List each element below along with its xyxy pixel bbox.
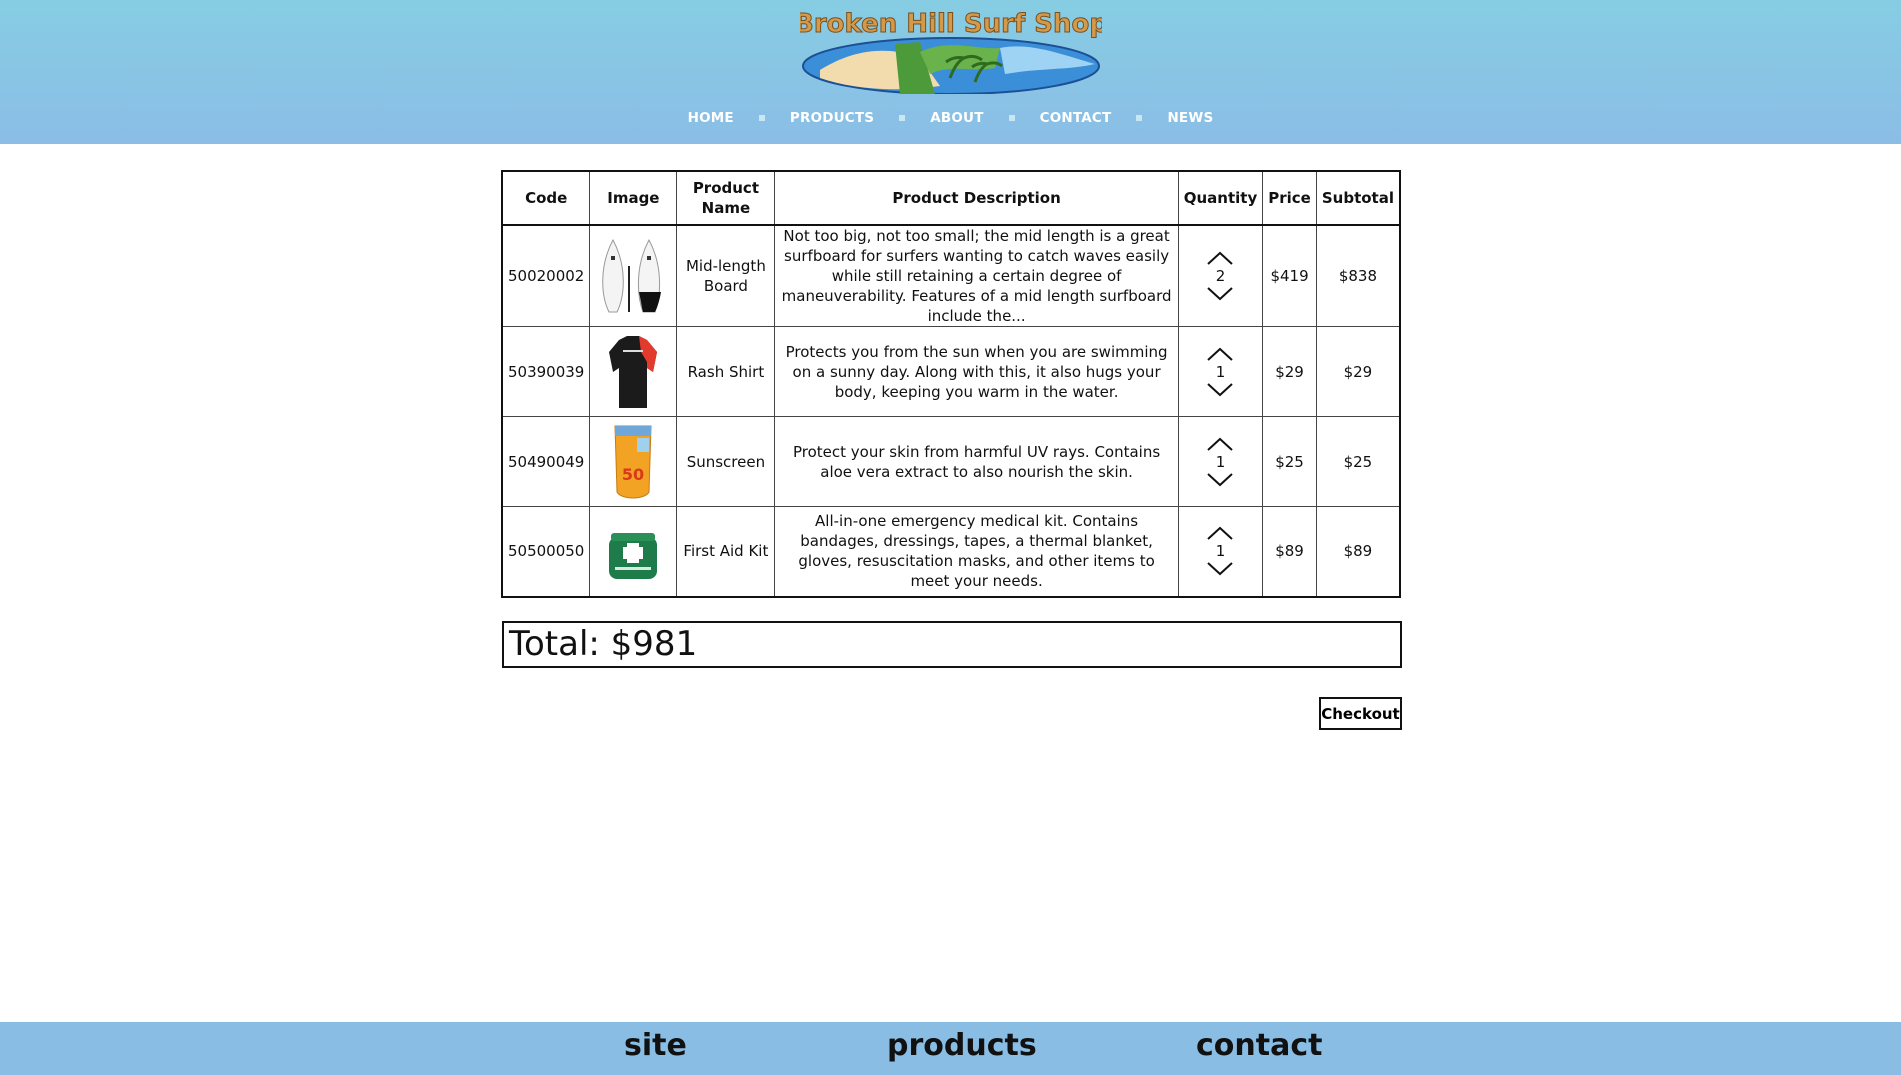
- cell-image: [589, 326, 678, 417]
- site-footer: site products contact: [0, 1022, 1901, 1075]
- cell-quantity: 1: [1177, 416, 1264, 507]
- cell-price: $419: [1262, 224, 1317, 327]
- cell-subtotal: $838: [1315, 224, 1401, 327]
- quantity-stepper: 1: [1184, 346, 1258, 398]
- cell-image: 50: [589, 416, 678, 507]
- cell-price: $89: [1262, 506, 1317, 597]
- quantity-value: 1: [1215, 362, 1226, 381]
- nav-separator: [758, 115, 765, 121]
- header-description: Product Description: [774, 170, 1179, 226]
- chevron-up-icon[interactable]: [1206, 250, 1234, 266]
- header-product-name: Product Name: [676, 170, 776, 226]
- chevron-down-icon[interactable]: [1206, 286, 1234, 302]
- cell-quantity: 2: [1177, 224, 1264, 327]
- cell-price: $29: [1262, 326, 1317, 417]
- footer-link-products[interactable]: products: [887, 1028, 1037, 1063]
- cell-product-name: Rash Shirt: [676, 326, 776, 417]
- main-nav: HOME PRODUCTS ABOUT CONTACT NEWS: [0, 108, 1901, 128]
- cell-subtotal: $29: [1315, 326, 1401, 417]
- header-image: Image: [589, 170, 678, 226]
- cart-total: Total: $981: [502, 621, 1402, 668]
- nav-home[interactable]: HOME: [688, 110, 734, 126]
- chevron-down-icon[interactable]: [1206, 561, 1234, 577]
- cell-code: 50500050: [501, 506, 591, 597]
- cell-product-name: Mid-length Board: [676, 224, 776, 327]
- quantity-value: 1: [1215, 542, 1226, 561]
- chevron-down-icon[interactable]: [1206, 382, 1234, 398]
- nav-separator: [1008, 115, 1015, 121]
- rash-shirt-image: [609, 335, 658, 408]
- nav-separator: [899, 115, 906, 121]
- first-aid-kit-image: [609, 533, 658, 580]
- cell-price: $25: [1262, 416, 1317, 507]
- chevron-up-icon[interactable]: [1206, 346, 1234, 362]
- quantity-stepper: 1: [1184, 436, 1258, 488]
- quantity-value: 1: [1215, 452, 1226, 471]
- footer-link-contact[interactable]: contact: [1196, 1028, 1322, 1063]
- quantity-stepper: 2: [1184, 250, 1258, 302]
- footer-link-site[interactable]: site: [624, 1028, 687, 1063]
- cell-description: Protect your skin from harmful UV rays. …: [774, 416, 1179, 507]
- cart-table: Code Image Product Name Product Descript…: [501, 170, 1401, 598]
- cell-description: All-in-one emergency medical kit. Contai…: [774, 506, 1179, 597]
- checkout-button[interactable]: Checkout: [1319, 697, 1402, 730]
- table-row: 50490049 50 Sunscreen Protect your skin …: [501, 416, 1401, 507]
- cell-subtotal: $25: [1315, 416, 1401, 507]
- sunscreen-image: 50: [614, 425, 652, 498]
- cell-subtotal: $89: [1315, 506, 1401, 597]
- cell-image: [589, 506, 678, 597]
- nav-contact[interactable]: CONTACT: [1040, 110, 1112, 126]
- surf-shop-logo[interactable]: Broken Hill Surf Shop: [800, 8, 1102, 94]
- chevron-up-icon[interactable]: [1206, 436, 1234, 452]
- table-header-row: Code Image Product Name Product Descript…: [501, 170, 1401, 226]
- header-quantity: Quantity: [1177, 170, 1264, 226]
- quantity-value: 2: [1215, 267, 1226, 285]
- chevron-up-icon[interactable]: [1206, 525, 1234, 541]
- svg-text:50: 50: [622, 465, 644, 484]
- cell-product-name: First Aid Kit: [676, 506, 776, 597]
- chevron-down-icon[interactable]: [1206, 472, 1234, 488]
- cell-description: Not too big, not too small; the mid leng…: [774, 224, 1179, 327]
- header-code: Code: [501, 170, 591, 226]
- site-header: Broken Hill Surf Shop HOME PRODUCTS ABOU…: [0, 0, 1901, 144]
- cell-description: Protects you from the sun when you are s…: [774, 326, 1179, 417]
- cell-code: 50020002: [501, 224, 591, 327]
- cell-quantity: 1: [1177, 326, 1264, 417]
- quantity-stepper: 1: [1184, 525, 1258, 577]
- nav-about[interactable]: ABOUT: [930, 110, 983, 126]
- header-price: Price: [1262, 170, 1317, 226]
- table-row: 50020002 Mid-length Board Not too big, n…: [501, 224, 1401, 327]
- nav-separator: [1136, 115, 1143, 121]
- cell-code: 50490049: [501, 416, 591, 507]
- nav-news[interactable]: NEWS: [1167, 110, 1213, 126]
- svg-text:Broken Hill Surf Shop: Broken Hill Surf Shop: [800, 9, 1102, 39]
- cell-quantity: 1: [1177, 506, 1264, 597]
- cell-product-name: Sunscreen: [676, 416, 776, 507]
- cell-image: [589, 224, 678, 327]
- nav-products[interactable]: PRODUCTS: [790, 110, 874, 126]
- table-row: 50500050 First Aid Kit All-in-one emerge…: [501, 506, 1401, 597]
- header-subtotal: Subtotal: [1315, 170, 1401, 226]
- table-row: 50390039 Rash Shirt Protects you from th…: [501, 326, 1401, 417]
- cell-code: 50390039: [501, 326, 591, 417]
- surfboard-image: [602, 238, 662, 313]
